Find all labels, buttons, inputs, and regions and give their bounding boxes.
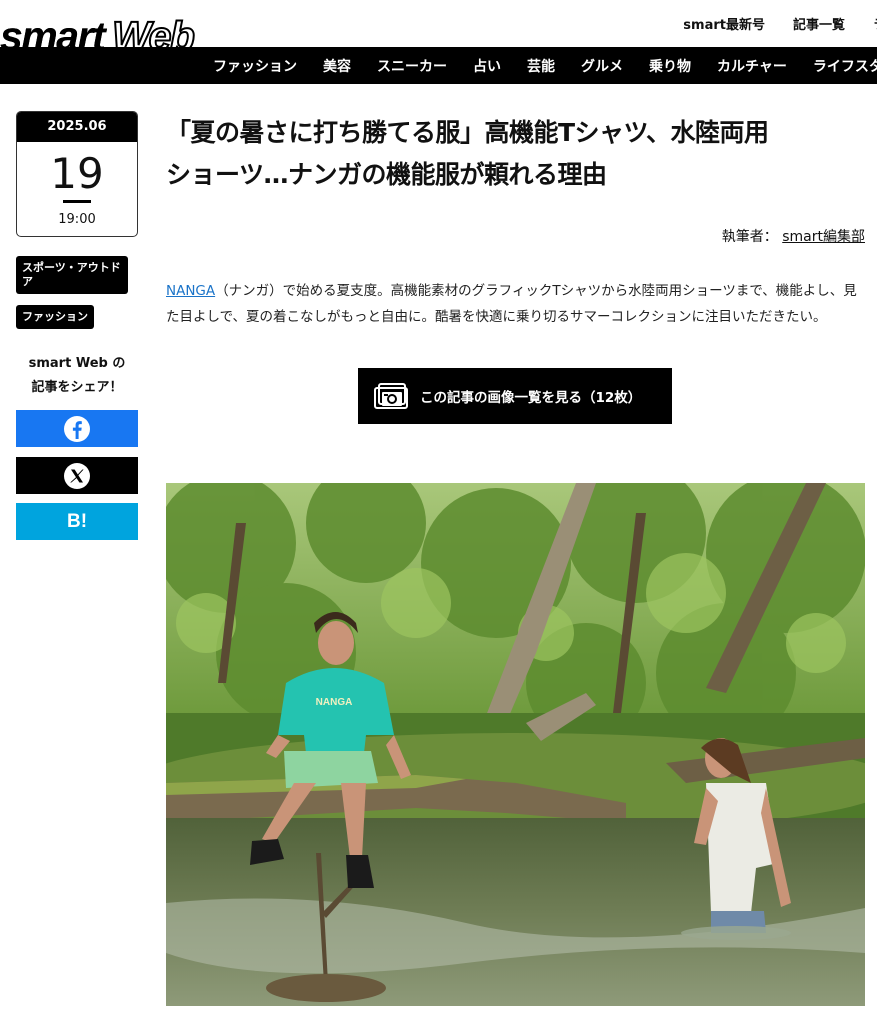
author-byline: 執筆者： smart編集部 [722, 226, 865, 246]
share-heading: smart Web の 記事をシェア！ [16, 352, 138, 400]
date-year-month: 2025.06 [17, 112, 137, 142]
share-heading-line2: 記事をシェア！ [31, 380, 123, 395]
article-title: 「夏の暑さに打ち勝てる服」高機能Tシャツ、水陸両用 ショーツ…ナンガの機能服が頼… [166, 112, 866, 196]
nav-item-sneakers[interactable]: スニーカー [377, 56, 447, 76]
author-label: 執筆者： [721, 229, 778, 245]
lead-brand-link[interactable]: NANGA [166, 283, 215, 299]
nav-item-vehicles[interactable]: 乗り物 [649, 56, 691, 76]
nav-item-beauty[interactable]: 美容 [323, 56, 351, 76]
facebook-icon [64, 415, 90, 442]
date-day: 19 [50, 149, 104, 198]
nav-item-fortune[interactable]: 占い [473, 56, 501, 76]
top-link-latest-issue[interactable]: smart最新号 [683, 14, 765, 33]
top-link-cut[interactable]: ラ [873, 14, 877, 33]
nav-item-fashion[interactable]: ファッション [213, 56, 297, 76]
share-heading-line1: smart Web の [28, 356, 126, 371]
nav-item-lifestyle[interactable]: ライフスタ [813, 56, 877, 76]
hero-photo: NANGA [166, 483, 865, 1006]
share-facebook-button[interactable] [16, 410, 138, 447]
publish-date: 2025.06 19 19:00 [16, 111, 138, 237]
nav-item-culture[interactable]: カルチャー [717, 56, 787, 76]
shirt-graphic-text: NANGA [316, 697, 353, 708]
date-time: 19:00 [58, 212, 96, 227]
article-lead: NANGA（ナンガ）で始める夏支度。高機能素材のグラフィックTシャツから水陸両用… [166, 278, 866, 330]
share-x-button[interactable] [16, 457, 138, 494]
gallery-button-label: この記事の画像一覧を見る（12枚） [420, 390, 642, 406]
share-hatena-button[interactable]: B! [16, 503, 138, 540]
category-nav: ファッション 美容 スニーカー 占い 芸能 グルメ 乗り物 カルチャー ライフス… [0, 47, 877, 84]
top-links: smart最新号 記事一覧 ラ [683, 14, 877, 33]
author-name-link[interactable]: smart編集部 [782, 229, 865, 245]
hero-image[interactable]: NANGA [166, 483, 865, 1006]
tag-sports-outdoor[interactable]: スポーツ・アウトドア [16, 256, 128, 294]
nav-item-entertainment[interactable]: 芸能 [527, 56, 555, 76]
camera-icon [374, 383, 408, 409]
lead-text: （ナンガ）で始める夏支度。高機能素材のグラフィックTシャツから水陸両用ショーツま… [166, 283, 857, 325]
top-link-article-list[interactable]: 記事一覧 [793, 14, 845, 33]
article-title-line1: 「夏の暑さに打ち勝てる服」高機能Tシャツ、水陸両用 [166, 118, 769, 147]
article-title-line2: ショーツ…ナンガの機能服が頼れる理由 [166, 160, 607, 189]
nav-item-gourmet[interactable]: グルメ [581, 56, 623, 76]
x-icon [64, 462, 90, 489]
gallery-button[interactable]: この記事の画像一覧を見る（12枚） [358, 368, 672, 424]
date-divider [63, 200, 91, 203]
tag-fashion[interactable]: ファッション [16, 305, 94, 329]
